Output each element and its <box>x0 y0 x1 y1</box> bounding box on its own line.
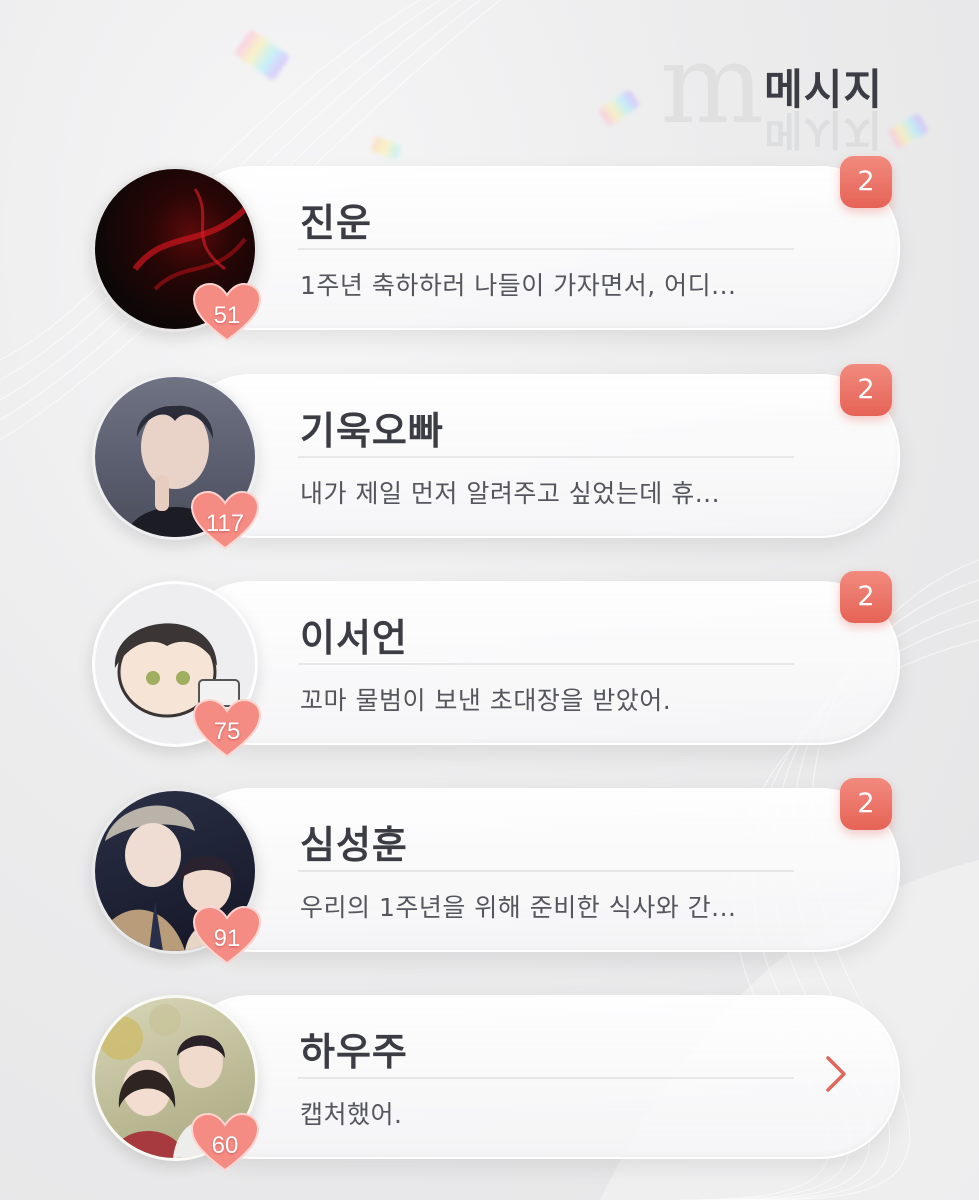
message-list: 51 진운 1주년 축하하러 나들이 가자면서, 어디... 2 117 기욱오… <box>0 0 979 1200</box>
unread-badge: 2 <box>840 156 892 208</box>
contact-name: 기욱오빠 <box>300 409 444 453</box>
message-preview: 우리의 1주년을 위해 준비한 식사와 간... <box>300 893 737 922</box>
affinity-heart-badge: 60 <box>190 1112 260 1174</box>
contact-name: 하우주 <box>300 1030 408 1074</box>
message-preview: 캡처했어. <box>300 1100 403 1129</box>
affinity-value: 117 <box>205 510 245 537</box>
unread-badge: 2 <box>840 571 892 623</box>
affinity-heart-badge: 75 <box>192 698 262 760</box>
divider <box>298 1077 794 1079</box>
divider <box>298 248 794 250</box>
affinity-heart-badge: 117 <box>190 490 260 552</box>
message-preview: 꼬마 물범이 보낸 초대장을 받았어. <box>300 686 672 715</box>
contact-name: 심성훈 <box>300 823 408 867</box>
chevron-right-icon-shape <box>826 1056 846 1092</box>
affinity-heart-badge: 51 <box>192 282 262 344</box>
divider <box>298 663 794 665</box>
unread-badge: 2 <box>840 778 892 830</box>
affinity-heart-badge: 91 <box>192 905 262 967</box>
unread-badge: 2 <box>840 364 892 416</box>
message-preview: 1주년 축하하러 나들이 가자면서, 어디... <box>300 271 737 300</box>
affinity-value: 60 <box>211 1132 239 1159</box>
affinity-value: 91 <box>213 925 241 952</box>
affinity-value: 51 <box>213 302 241 329</box>
message-preview: 내가 제일 먼저 알려주고 싶었는데 휴... <box>300 479 721 508</box>
divider <box>298 456 794 458</box>
divider <box>298 870 794 872</box>
contact-name: 이서언 <box>300 616 408 660</box>
chevron-right-icon[interactable] <box>822 1052 850 1096</box>
affinity-value: 75 <box>213 718 241 745</box>
contact-name: 진운 <box>300 201 372 245</box>
